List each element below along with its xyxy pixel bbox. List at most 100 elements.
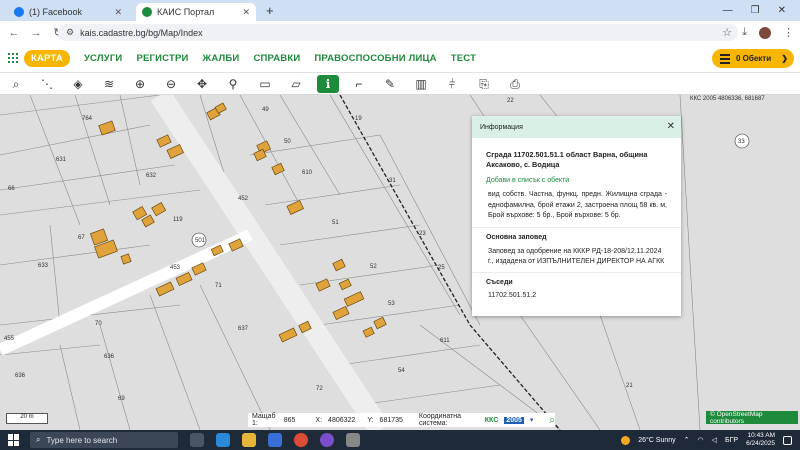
chevron-down-icon[interactable]: ▾ — [530, 416, 534, 424]
clock-date: 6/24/2025 — [746, 440, 775, 447]
x-label: X: — [315, 416, 323, 424]
taskbar-search[interactable]: ⌕ Type here to search — [30, 432, 178, 448]
tab-facebook[interactable]: (1) Facebook ✕ — [8, 3, 128, 21]
parcel-label: 637 — [238, 326, 249, 332]
close-window-icon[interactable]: ✕ — [778, 5, 786, 16]
language-indicator[interactable]: БГР — [725, 437, 738, 444]
coord-system-label: Координатна система: — [418, 413, 462, 427]
object-title: Сграда 11702.501.51.1 област Варна, общи… — [486, 150, 648, 169]
nav-item-map[interactable]: КАРТА — [24, 49, 70, 67]
select-rect-icon[interactable]: ▭ — [255, 75, 275, 93]
search-icon: ⌕ — [36, 435, 41, 444]
viber-icon[interactable] — [320, 433, 334, 447]
nav-item-test[interactable]: ТЕСТ — [451, 53, 476, 64]
edge-icon[interactable] — [216, 433, 230, 447]
app-icon[interactable] — [346, 433, 360, 447]
object-description: вид собств. Частна, функц. предн. Жилищн… — [488, 191, 667, 219]
parcel-label: 610 — [302, 170, 313, 176]
parcel-label: 51 — [332, 220, 339, 226]
layers-stack-icon[interactable]: ≋ — [99, 75, 119, 93]
parcel-label: 25 — [438, 265, 445, 271]
new-tab-button[interactable]: + — [266, 3, 274, 18]
info-panel-header: Информация ✕ — [472, 116, 681, 138]
location-pin-icon[interactable]: ⚲ — [223, 75, 243, 93]
edit-icon[interactable]: ✎ — [380, 75, 400, 93]
zoom-out-icon[interactable]: ⊖ — [161, 75, 181, 93]
profile-avatar[interactable] — [759, 26, 771, 39]
chevron-right-icon: ❯ — [781, 54, 788, 63]
neighbor-item[interactable]: 11702.501.51.2 — [472, 286, 681, 299]
nav-item-services[interactable]: УСЛУГИ — [84, 53, 123, 64]
bookmark-star-icon[interactable]: ☆ — [722, 26, 732, 39]
map-statusbar: Мащаб 1: 865 X: 4806322 Y: 681735 Коорди… — [248, 413, 555, 427]
parcel-label: 53 — [388, 301, 395, 307]
print-icon[interactable]: ⎙ — [505, 75, 525, 93]
close-tab-icon[interactable]: ✕ — [114, 7, 122, 18]
chrome-icon[interactable] — [294, 433, 308, 447]
back-icon[interactable]: ← — [6, 27, 22, 39]
add-to-list-link[interactable]: Добави в списък с обекти — [472, 169, 681, 184]
parcel-label: 636 — [15, 373, 26, 379]
zoom-in-icon[interactable]: ⊕ — [130, 75, 150, 93]
clock[interactable]: 10:43 AM 6/24/2025 — [746, 432, 775, 448]
file-explorer-icon[interactable] — [242, 433, 256, 447]
main-navigation: КАРТА УСЛУГИ РЕГИСТРИ ЖАЛБИ СПРАВКИ ПРАВ… — [0, 44, 800, 73]
nav-item-references[interactable]: СПРАВКИ — [253, 53, 300, 64]
section-order-heading: Основна заповед — [472, 226, 681, 241]
site-info-icon[interactable]: ⚙ — [66, 27, 74, 38]
search-icon[interactable]: ⌕ — [6, 75, 26, 93]
minimize-icon[interactable]: — — [723, 5, 733, 16]
parcel-label: 501 — [195, 238, 206, 244]
hamburger-icon — [720, 52, 730, 66]
download-icon[interactable]: ⤓ — [742, 26, 747, 39]
pan-icon[interactable]: ✥ — [192, 75, 212, 93]
export-icon[interactable]: ⎘ — [474, 75, 494, 93]
parcel-label: 67 — [78, 235, 85, 241]
nav-item-complaints[interactable]: ЖАЛБИ — [203, 53, 240, 64]
split-icon[interactable]: ⫩ — [442, 75, 462, 93]
maximize-icon[interactable]: ❐ — [751, 5, 760, 16]
draw-icon[interactable]: ⌐ — [349, 75, 369, 93]
measure-icon[interactable]: ⋱ — [37, 75, 57, 93]
layers-icon[interactable]: ◈ — [68, 75, 88, 93]
browser-menu-icon[interactable]: ⋮ — [783, 26, 794, 39]
weather-text[interactable]: 26°C Sunny — [638, 437, 675, 444]
close-icon[interactable]: ✕ — [667, 121, 675, 132]
windows-start-icon[interactable] — [8, 434, 20, 446]
apps-grid-icon[interactable] — [8, 53, 18, 63]
close-tab-icon[interactable]: ✕ — [242, 7, 250, 18]
parcel-label: 71 — [215, 283, 222, 289]
tray-chevron-icon[interactable]: ⌃ — [684, 436, 690, 444]
windows-taskbar: ⌕ Type here to search 26°C Sunny ⌃ ◠ ◁ Б… — [0, 430, 800, 450]
section-neighbors-heading: Съседи — [472, 271, 681, 286]
objects-count: 0 Обекти — [736, 54, 772, 63]
browser-actions: ⤓ ⋮ — [742, 21, 794, 44]
task-view-icon[interactable] — [190, 433, 204, 447]
parcel-label: 632 — [146, 173, 157, 179]
url-bar[interactable]: ⚙ kais.cadastre.bg/bg/Map/Index ☆ — [58, 24, 738, 41]
coord-system-select[interactable]: 2005 — [504, 416, 524, 424]
select-rect-alt-icon[interactable]: ▱ — [286, 75, 306, 93]
parcel-label: 66 — [8, 186, 15, 192]
forward-icon[interactable]: → — [28, 27, 44, 39]
parcel-label: 611 — [440, 338, 450, 344]
nav-item-registers[interactable]: РЕГИСТРИ — [136, 53, 188, 64]
parcel-label: 455 — [4, 336, 15, 342]
tab-kais[interactable]: КАИС Портал ✕ — [136, 3, 256, 21]
volume-icon[interactable]: ◁ — [712, 436, 717, 444]
network-icon[interactable]: ◠ — [698, 436, 704, 444]
scale-value[interactable]: 865 — [284, 417, 296, 424]
objects-button[interactable]: 0 Обекти ❯ — [712, 49, 794, 68]
map-icon[interactable]: ▥ — [411, 75, 431, 93]
search-coordinates-icon[interactable]: ⌕ — [549, 415, 555, 426]
system-tray: 26°C Sunny ⌃ ◠ ◁ БГР 10:43 AM 6/24/2025 — [621, 430, 792, 450]
notifications-icon[interactable] — [783, 435, 792, 445]
y-label: Y: — [367, 416, 374, 424]
info-icon[interactable]: ℹ — [317, 75, 339, 93]
osm-attribution[interactable]: © OpenStreetMap contributors — [706, 411, 798, 425]
scale-label: Мащаб 1: — [252, 413, 276, 427]
parcel-label: 54 — [398, 368, 405, 374]
mail-icon[interactable] — [268, 433, 282, 447]
nav-item-licensed-persons[interactable]: ПРАВОСПОСОБНИ ЛИЦА — [314, 53, 436, 64]
order-text: Заповед за одобрение на КККР РД-18-208/1… — [488, 247, 665, 265]
